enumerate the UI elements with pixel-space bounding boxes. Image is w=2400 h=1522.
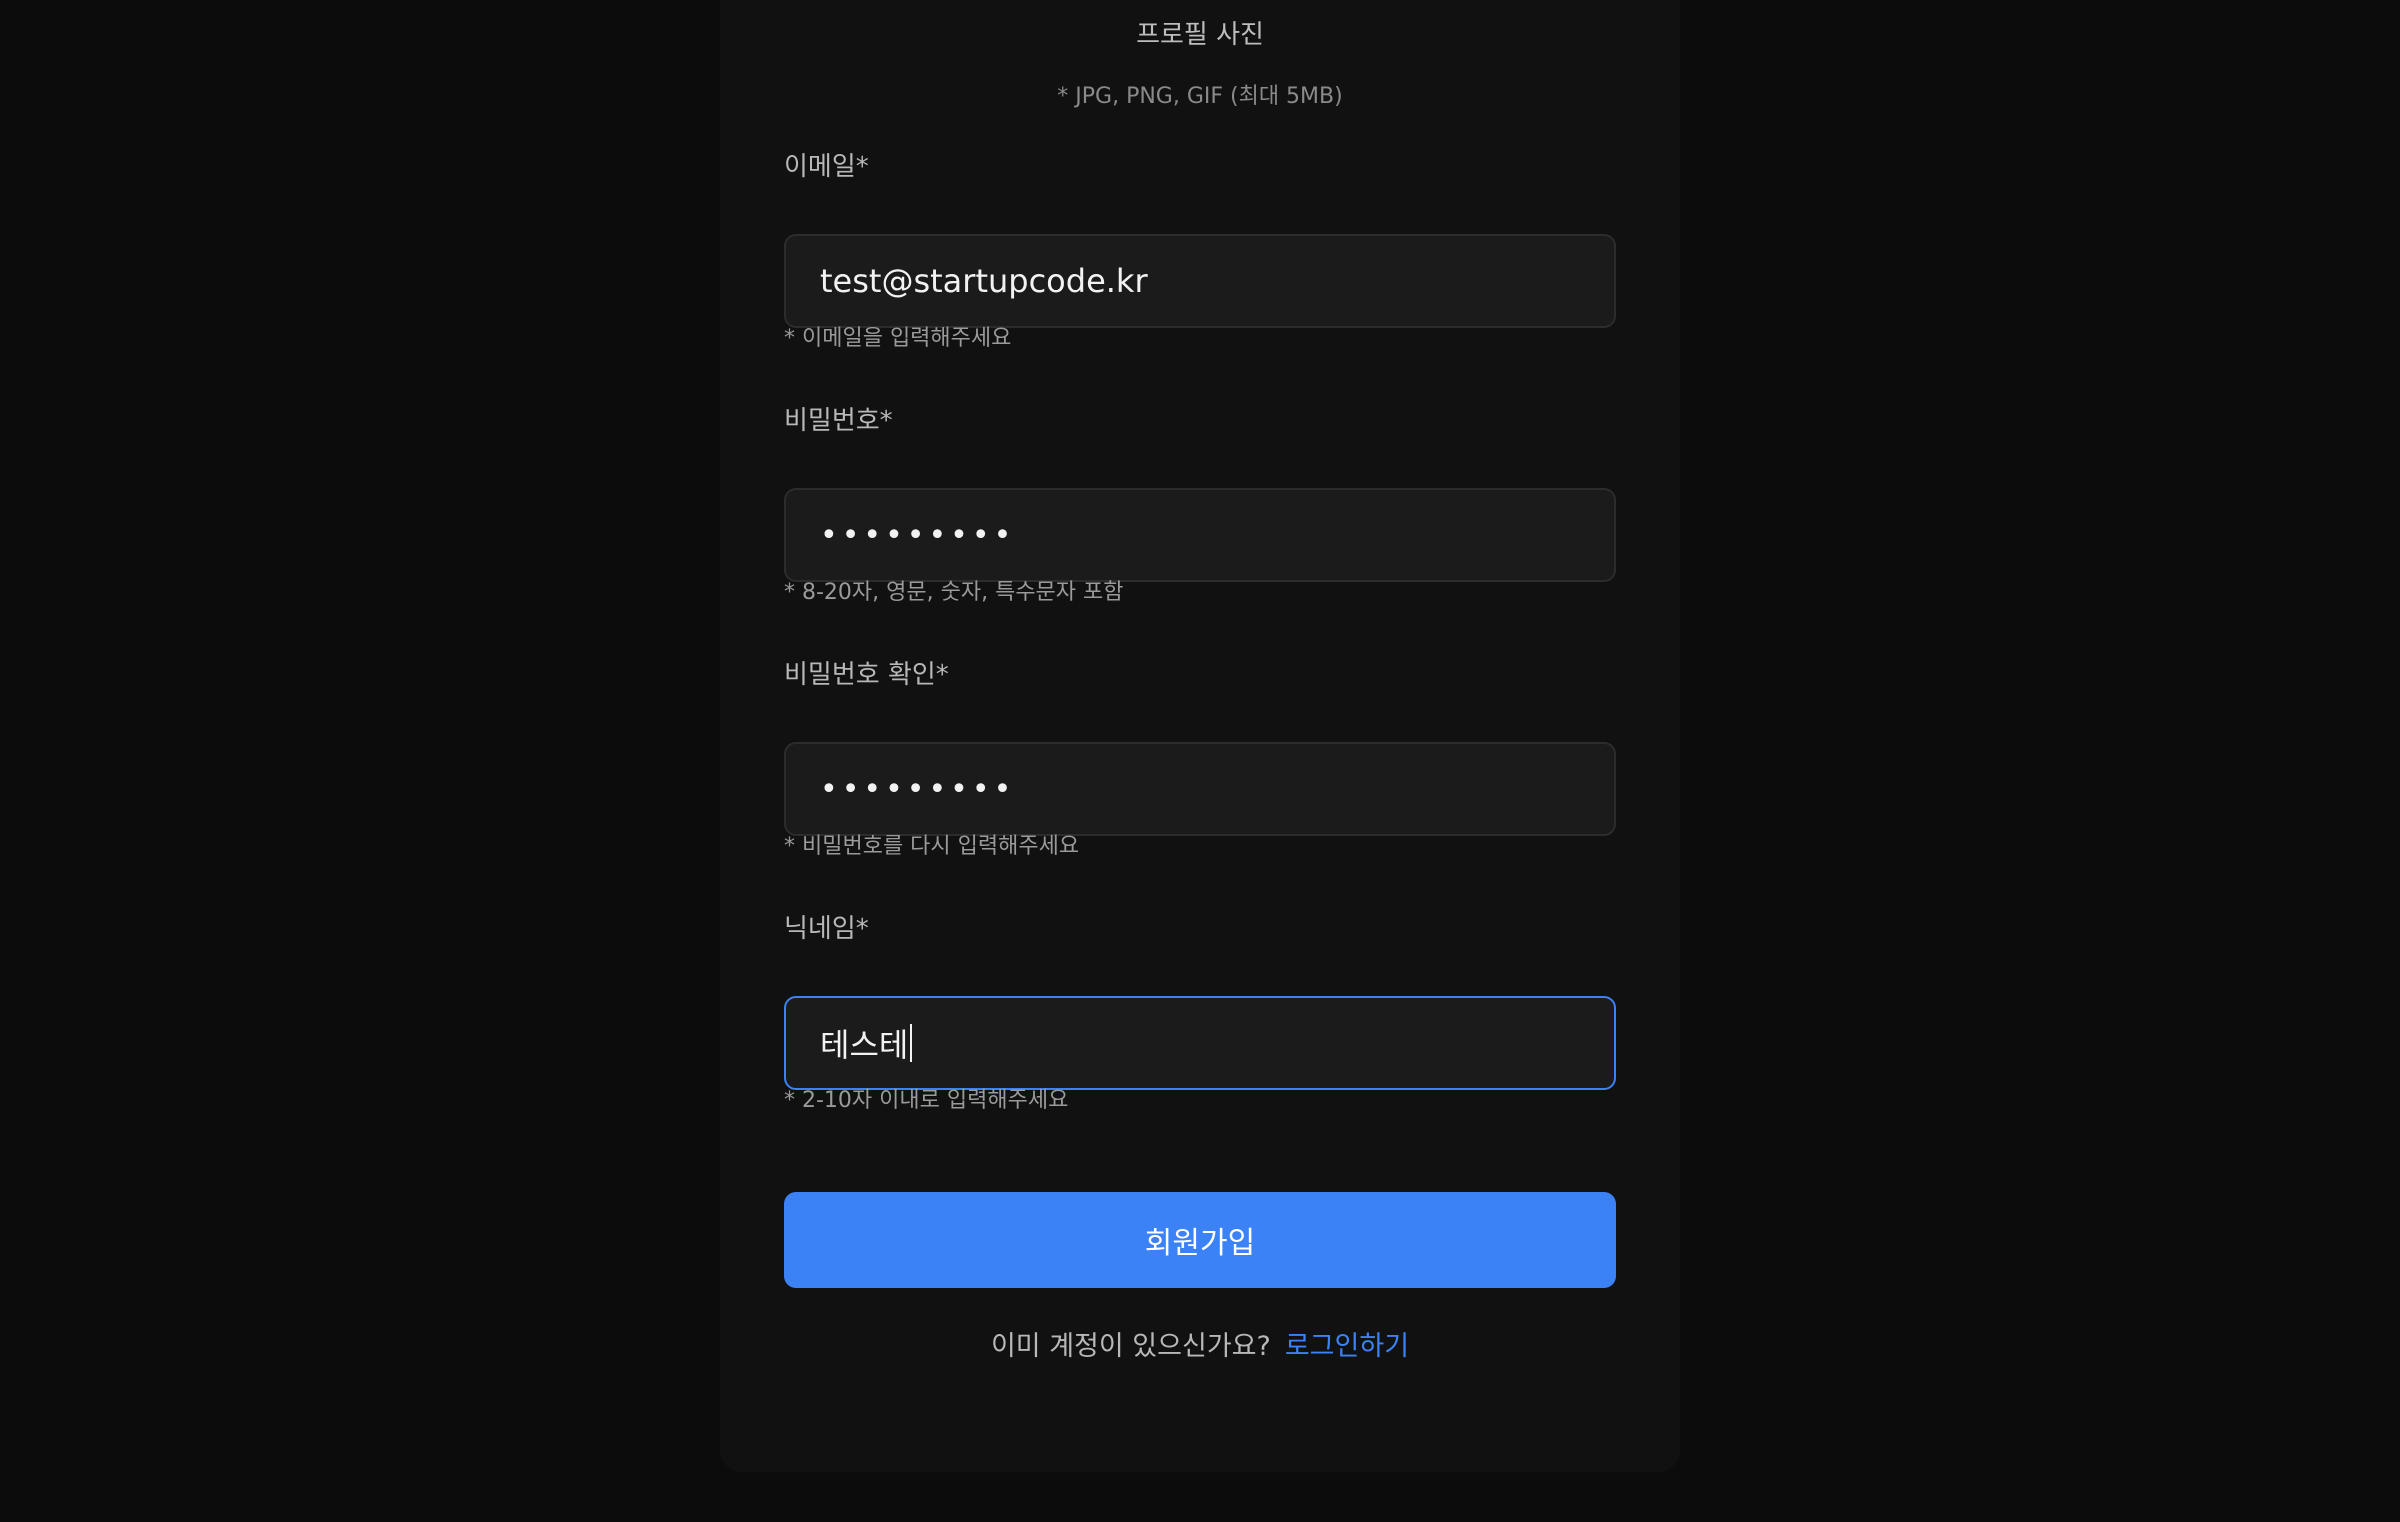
email-value: test@startupcode.kr <box>820 262 1148 300</box>
password-confirm-hint: * 비밀번호를 다시 입력해주세요 <box>784 834 1080 859</box>
email-field[interactable]: test@startupcode.kr <box>784 234 1616 328</box>
nickname-value: 테스테 <box>820 1026 909 1064</box>
signup-card: 프로필 사진 * JPG, PNG, GIF (최대 5MB) 이메일* tes… <box>720 0 1680 1472</box>
profile-photo-hint: * JPG, PNG, GIF (최대 5MB) <box>1057 84 1343 109</box>
text-caret <box>910 1024 913 1062</box>
password-confirm-value: ••••••••• <box>820 771 1016 807</box>
email-label: 이메일* <box>784 152 869 182</box>
password-label: 비밀번호* <box>784 406 893 436</box>
password-hint: * 8-20자, 영문, 숫자, 특수문자 포함 <box>784 580 1124 605</box>
email-hint: * 이메일을 입력해주세요 <box>784 326 1012 351</box>
password-value: ••••••••• <box>820 517 1016 553</box>
signup-button[interactable]: 회원가입 <box>784 1192 1616 1288</box>
nickname-label: 닉네임* <box>784 914 869 944</box>
login-prompt: 이미 계정이 있으신가요? 로그인하기 <box>720 1324 1680 1363</box>
password-field[interactable]: ••••••••• <box>784 488 1616 582</box>
password-confirm-field[interactable]: ••••••••• <box>784 742 1616 836</box>
nickname-field[interactable]: 테스테 <box>784 996 1616 1090</box>
login-question: 이미 계정이 있으신가요? <box>990 1331 1271 1362</box>
password-confirm-label: 비밀번호 확인* <box>784 660 949 690</box>
nickname-hint: * 2-10자 이내로 입력해주세요 <box>784 1088 1069 1113</box>
login-link[interactable]: 로그인하기 <box>1285 1331 1409 1362</box>
profile-photo-label: 프로필 사진 <box>1136 20 1264 50</box>
